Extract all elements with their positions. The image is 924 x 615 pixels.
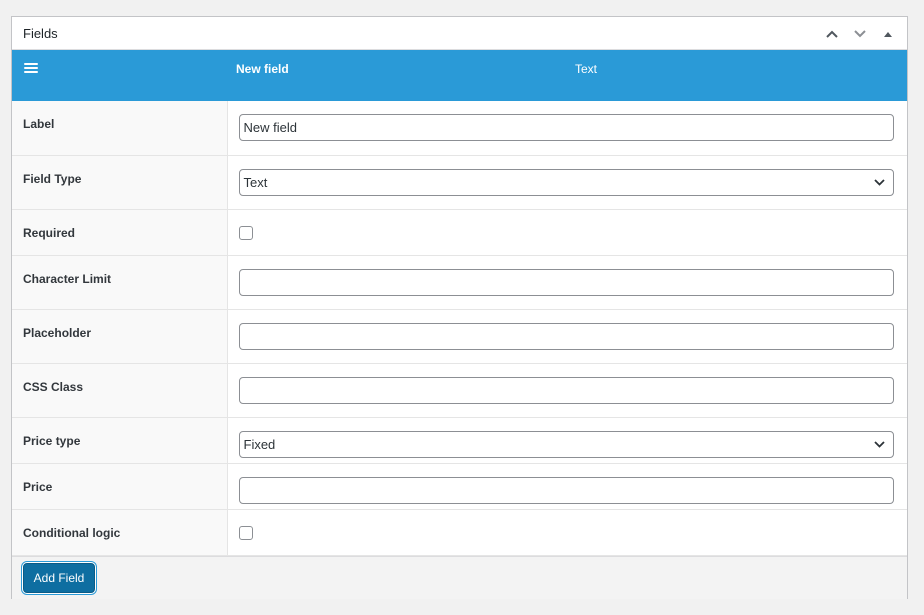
fields-panel: Fields New field Text Label New field Fi…	[11, 16, 908, 599]
field-type: Text	[575, 62, 598, 76]
required-checkbox[interactable]	[238, 225, 253, 240]
row-character-limit-title: Character Limit	[12, 255, 228, 310]
chevron-up-icon	[826, 30, 838, 38]
placeholder-input[interactable]	[238, 322, 894, 350]
field-header-bar[interactable]: New field Text	[12, 50, 907, 101]
conditional-logic-checkbox[interactable]	[238, 525, 253, 540]
row-required: Required	[12, 209, 907, 256]
chevron-down-icon	[854, 29, 866, 37]
row-css-class: CSS Class	[12, 363, 907, 418]
move-up-button[interactable]	[821, 23, 843, 45]
row-price-type-title: Price type	[12, 417, 228, 464]
label-input-value: New field	[243, 120, 297, 135]
row-character-limit: Character Limit	[12, 255, 907, 310]
panel-footer: Add Field	[12, 555, 907, 599]
row-field-type-title: Field Type	[12, 155, 228, 210]
label-input[interactable]: New field	[238, 114, 894, 141]
price-type-value: Fixed	[243, 436, 276, 452]
hamburger-icon[interactable]	[24, 63, 38, 75]
triangle-up-icon	[884, 31, 892, 37]
row-field-type: Field Type Text	[12, 155, 907, 210]
row-price-type: Price type Fixed	[12, 417, 907, 464]
field-type-value: Text	[243, 174, 268, 190]
field-type-select[interactable]: Text	[238, 168, 894, 196]
row-css-class-title: CSS Class	[12, 363, 228, 418]
add-field-button[interactable]: Add Field	[23, 562, 95, 593]
css-class-input[interactable]	[238, 376, 894, 404]
price-type-select[interactable]: Fixed	[238, 430, 894, 458]
row-required-title: Required	[12, 209, 228, 256]
row-price-title: Price	[12, 463, 228, 510]
price-input[interactable]	[238, 476, 894, 504]
row-label-title: Label	[12, 101, 228, 156]
row-price: Price	[12, 463, 907, 510]
row-label: Label New field	[12, 101, 907, 156]
move-down-button[interactable]	[849, 23, 871, 45]
row-conditional-logic: Conditional logic	[12, 509, 907, 556]
field-settings-table: Label New field Field Type Text Required…	[12, 101, 907, 556]
chevron-down-icon	[874, 440, 885, 448]
panel-actions	[821, 17, 899, 50]
field-name: New field	[236, 62, 289, 76]
panel-title: Fields	[23, 25, 58, 41]
character-limit-input[interactable]	[238, 268, 894, 296]
toggle-panel-button[interactable]	[877, 23, 899, 45]
chevron-down-icon	[874, 178, 885, 186]
panel-header: Fields	[12, 17, 907, 50]
row-conditional-logic-title: Conditional logic	[12, 509, 228, 556]
row-placeholder: Placeholder	[12, 309, 907, 364]
row-placeholder-title: Placeholder	[12, 309, 228, 364]
